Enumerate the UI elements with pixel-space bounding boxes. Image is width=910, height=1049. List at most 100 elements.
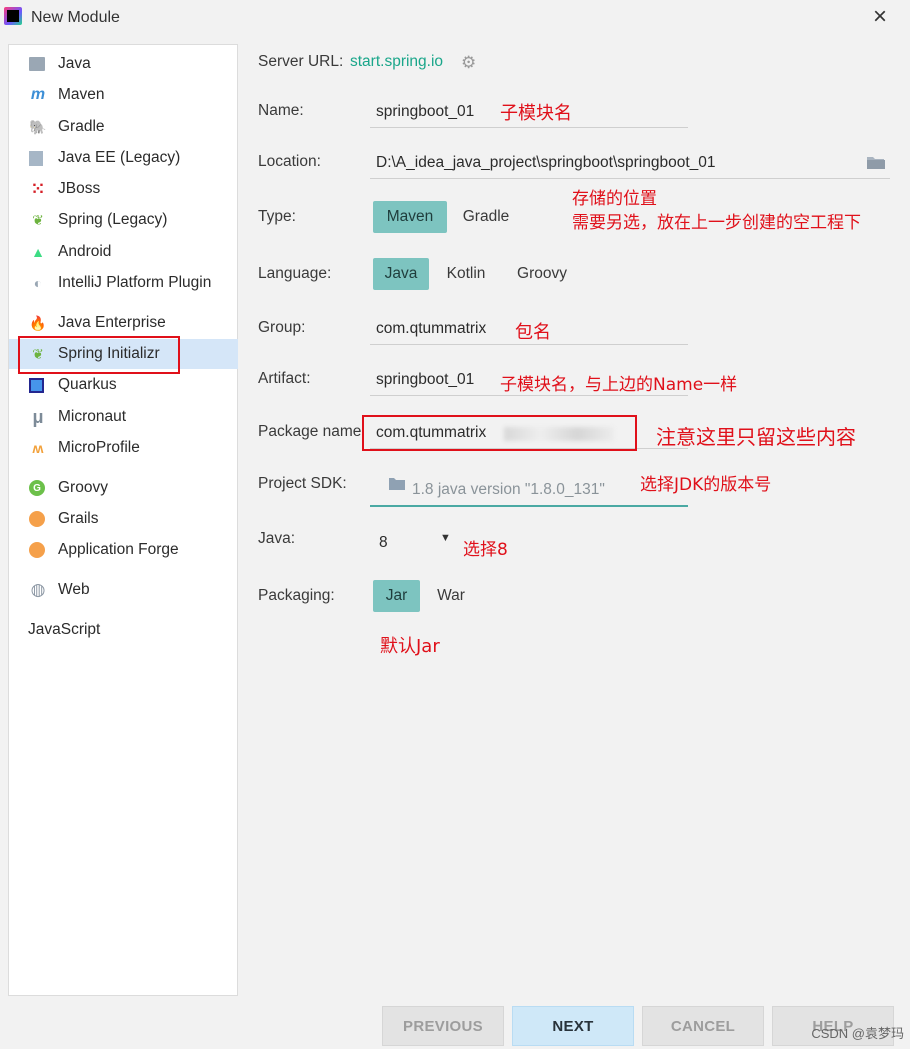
java-module-icon	[29, 57, 45, 71]
java-ee-icon	[29, 150, 43, 166]
project-sdk-label: Project SDK:	[258, 475, 347, 492]
sidebar-item-java-enterprise[interactable]: 🔥 Java Enterprise	[9, 308, 238, 338]
sidebar-item-groovy[interactable]: G Groovy	[9, 473, 238, 503]
java-version-value: 8	[379, 534, 388, 551]
sidebar-item-label: Grails	[58, 510, 99, 527]
project-sdk-value: 1.8 java version "1.8.0_131"	[412, 481, 605, 498]
annotation-location-2: 需要另选，放在上一步创建的空工程下	[572, 213, 861, 233]
name-label: Name:	[258, 102, 304, 119]
language-option-java[interactable]: Java	[373, 258, 429, 290]
sidebar-item-label: Android	[58, 243, 112, 260]
sidebar-item-label: Application Forge	[58, 541, 179, 558]
packaging-option-war[interactable]: War	[426, 580, 476, 612]
sidebar-item-javascript[interactable]: JavaScript	[9, 615, 238, 645]
application-forge-icon	[29, 542, 45, 558]
grails-icon	[29, 511, 45, 527]
close-icon[interactable]: ×	[869, 4, 891, 30]
plugin-icon: ◐	[33, 275, 43, 291]
sidebar-item-android[interactable]: ▲ Android	[9, 237, 238, 267]
sidebar-item-label: JBoss	[58, 180, 101, 197]
title-bar: New Module ×	[0, 0, 910, 36]
annotation-name: 子模块名	[500, 103, 572, 124]
sidebar-item-maven[interactable]: m Maven	[9, 80, 238, 110]
sidebar-item-label: Java	[58, 55, 91, 72]
package-name-label: Package name	[258, 423, 362, 440]
group-value: com.qtummatrix	[376, 320, 487, 337]
microprofile-icon: ʍ	[32, 440, 44, 456]
location-field[interactable]: D:\A_idea_java_project\springboot\spring…	[370, 143, 890, 179]
language-option-groovy[interactable]: Groovy	[506, 258, 578, 290]
globe-icon: ◍	[30, 580, 46, 599]
chevron-down-icon: ▼	[440, 532, 451, 544]
android-icon: ▲	[31, 244, 45, 260]
folder-icon[interactable]	[866, 154, 886, 170]
packaging-label: Packaging:	[258, 587, 335, 604]
watermark: CSDN @袁梦玛	[811, 1026, 904, 1041]
sidebar-item-label: Java Enterprise	[58, 314, 166, 331]
sidebar-item-label: Web	[58, 581, 90, 598]
highlight-box-spring-initializr	[18, 336, 180, 374]
location-label: Location:	[258, 153, 321, 170]
spring-leaf-icon: ❦	[32, 211, 44, 228]
cancel-button[interactable]: CANCEL	[642, 1006, 764, 1046]
intellij-logo-icon	[4, 7, 22, 25]
group-label: Group:	[258, 319, 306, 336]
location-value: D:\A_idea_java_project\springboot\spring…	[376, 154, 716, 171]
micronaut-icon: μ	[32, 406, 44, 427]
sidebar-item-intellij-plugin[interactable]: ◐ IntelliJ Platform Plugin	[9, 268, 238, 298]
sidebar-item-label: Java EE (Legacy)	[58, 149, 181, 166]
sidebar-item-micronaut[interactable]: μ Micronaut	[9, 402, 238, 432]
language-option-kotlin[interactable]: Kotlin	[434, 258, 498, 290]
sidebar-item-label: Micronaut	[58, 408, 127, 425]
gear-icon[interactable]: ⚙	[461, 53, 476, 73]
artifact-label: Artifact:	[258, 370, 311, 387]
type-option-gradle[interactable]: Gradle	[451, 201, 521, 233]
java-enterprise-icon: 🔥	[29, 314, 47, 331]
groovy-icon: G	[29, 480, 45, 496]
jdk-folder-icon	[389, 478, 405, 490]
sidebar-item-microprofile[interactable]: ʍ MicroProfile	[9, 433, 238, 463]
annotation-group: 包名	[515, 322, 551, 343]
sidebar-item-application-forge[interactable]: Application Forge	[9, 535, 238, 565]
sidebar-item-spring-legacy[interactable]: ❦ Spring (Legacy)	[9, 205, 238, 235]
window-title: New Module	[31, 9, 120, 26]
annotation-package: 注意这里只留这些内容	[656, 425, 856, 449]
next-button[interactable]: NEXT	[512, 1006, 634, 1046]
sidebar-item-java[interactable]: Java	[9, 49, 238, 79]
server-url-link[interactable]: start.spring.io	[350, 53, 443, 71]
server-url-label: Server URL:	[258, 53, 344, 70]
sidebar-item-quarkus[interactable]: Quarkus	[9, 370, 238, 400]
sidebar-item-label: IntelliJ Platform Plugin	[58, 274, 212, 291]
language-label: Language:	[258, 265, 332, 282]
sidebar-item-label: Groovy	[58, 479, 108, 496]
previous-button[interactable]: PREVIOUS	[382, 1006, 504, 1046]
jboss-icon: ⁙	[31, 181, 45, 198]
maven-icon: m	[30, 86, 46, 103]
annotation-packaging: 默认Jar	[380, 636, 440, 657]
generator-list: Java m Maven 🐘 Gradle Java EE (Legacy) ⁙…	[8, 44, 238, 996]
sidebar-item-label: Spring (Legacy)	[58, 211, 168, 228]
gradle-icon: 🐘	[29, 118, 47, 135]
sidebar-item-grails[interactable]: Grails	[9, 504, 238, 534]
sidebar-item-label: Maven	[58, 86, 105, 103]
annotation-sdk: 选择JDK的版本号	[640, 475, 772, 495]
sidebar-item-gradle[interactable]: 🐘 Gradle	[9, 112, 238, 142]
sidebar-item-label: Quarkus	[58, 376, 117, 393]
java-label: Java:	[258, 530, 296, 547]
highlight-box-package-name	[362, 415, 637, 451]
type-option-maven[interactable]: Maven	[373, 201, 447, 233]
sidebar-item-label: Gradle	[58, 118, 105, 135]
java-version-dropdown[interactable]: 8 ▼	[370, 522, 460, 558]
sidebar-item-label: JavaScript	[28, 621, 101, 638]
sidebar-item-jboss[interactable]: ⁙ JBoss	[9, 174, 238, 204]
sidebar-item-label: MicroProfile	[58, 439, 140, 456]
type-label: Type:	[258, 208, 296, 225]
packaging-option-jar[interactable]: Jar	[373, 580, 420, 612]
sidebar-item-web[interactable]: ◍ Web	[9, 575, 238, 605]
name-value: springboot_01	[376, 103, 475, 120]
annotation-location-1: 存储的位置	[572, 189, 657, 209]
annotation-java: 选择8	[463, 540, 508, 560]
quarkus-icon	[29, 377, 44, 393]
annotation-artifact: 子模块名，与上边的Name一样	[500, 375, 738, 395]
sidebar-item-java-ee[interactable]: Java EE (Legacy)	[9, 143, 238, 173]
